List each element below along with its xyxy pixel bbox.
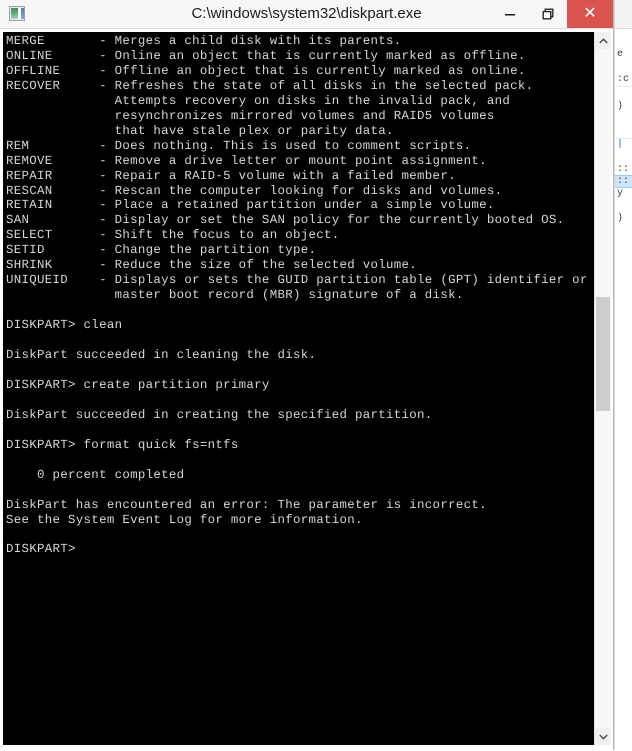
background-window-row (615, 126, 632, 139)
restore-icon (541, 7, 555, 21)
scrollbar-thumb[interactable] (596, 297, 610, 411)
scrollbar-track[interactable] (595, 49, 611, 728)
close-icon: ✕ (583, 6, 596, 22)
background-window-selected-row[interactable]: :: (615, 175, 632, 188)
scroll-up-button[interactable] (595, 32, 611, 49)
background-window[interactable]: e :c ) | :: :: y ) (614, 0, 632, 750)
console-app-icon (9, 6, 25, 21)
console-app-icon-blue-panel (21, 8, 24, 19)
console-client-area: MERGE - Merges a child disk with its par… (0, 29, 613, 751)
background-window-row: ) (615, 213, 632, 224)
minimize-icon (503, 7, 517, 21)
background-window-spacer (615, 87, 632, 101)
console-app-icon-green-panel (11, 8, 18, 19)
scroll-down-button[interactable] (595, 728, 611, 745)
background-window-row: y (615, 188, 632, 199)
restore-button[interactable] (529, 0, 567, 28)
background-window-row: e (615, 49, 632, 60)
background-window-row[interactable]: | (615, 139, 632, 150)
diskpart-console-window[interactable]: C:\windows\system32\diskpart.exe ✕ (0, 0, 614, 750)
console-text: MERGE - Merges a child disk with its par… (6, 34, 588, 557)
console-vertical-scrollbar[interactable] (594, 32, 611, 745)
background-window-row: :: (615, 164, 632, 175)
background-window-spacer (615, 112, 632, 126)
minimize-button[interactable] (491, 0, 529, 28)
background-window-spacer (615, 35, 632, 49)
close-button[interactable]: ✕ (567, 0, 613, 28)
console-output-surface[interactable]: MERGE - Merges a child disk with its par… (3, 32, 595, 745)
background-window-row: :c (615, 74, 632, 87)
background-window-spacer (615, 199, 632, 213)
background-window-row: ) (615, 101, 632, 112)
background-window-spacer (615, 60, 632, 74)
chevron-up-icon (599, 38, 608, 44)
window-controls: ✕ (491, 0, 613, 28)
window-titlebar[interactable]: C:\windows\system32\diskpart.exe ✕ (0, 0, 613, 29)
desktop-background: e :c ) | :: :: y ) C:\windows\system32\d… (0, 0, 632, 750)
chevron-down-icon (599, 734, 608, 740)
background-window-body: e :c ) | :: :: y ) (615, 29, 632, 750)
background-window-titlebar (615, 0, 632, 29)
background-window-spacer (615, 150, 632, 164)
